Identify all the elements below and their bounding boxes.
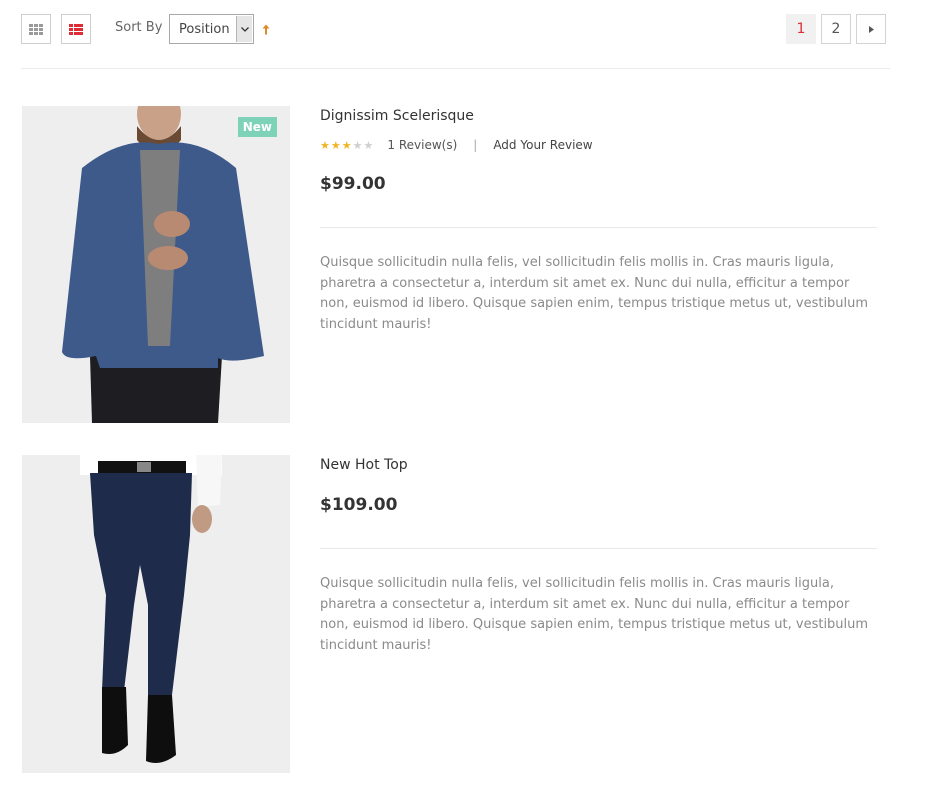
info-divider [320, 548, 877, 549]
grid-icon [29, 20, 43, 39]
page-1-link[interactable]: 1 [786, 14, 816, 44]
add-review-link[interactable]: Add Your Review [493, 138, 592, 152]
next-page-button[interactable] [856, 14, 886, 44]
sort-select-value: Position [179, 21, 230, 37]
star-icon: ★ [352, 138, 363, 152]
product-image[interactable]: New [22, 106, 290, 423]
star-icon: ★ [341, 138, 352, 152]
product-name-link[interactable]: Dignissim Scelerisque [320, 106, 877, 126]
product-price: $109.00 [320, 495, 398, 515]
product-description: Quisque sollicitudin nulla felis, vel so… [320, 255, 869, 332]
toolbar: Sort By Position 1 2 [21, 14, 890, 44]
rating-stars: ★ ★ ★ ★ ★ [320, 140, 373, 151]
review-separator: | [473, 138, 478, 152]
new-badge: New [237, 117, 277, 137]
arrow-up-icon[interactable] [260, 17, 272, 41]
reviews-count-link[interactable]: 1 Review(s) [387, 138, 457, 152]
product-description: Quisque sollicitudin nulla felis, vel so… [320, 576, 869, 653]
list-view-button[interactable] [61, 14, 91, 44]
chevron-down-icon [236, 16, 252, 42]
next-arrow-icon [868, 21, 874, 37]
grid-view-button[interactable] [21, 14, 51, 44]
product-name-link[interactable]: New Hot Top [320, 455, 877, 475]
product-item: New Hot Top $109.00 Quisque sollicitudin… [22, 455, 877, 773]
toolbar-divider [21, 68, 890, 69]
star-icon: ★ [320, 138, 330, 152]
info-divider [320, 227, 877, 228]
page-2-link[interactable]: 2 [821, 14, 851, 44]
rating-row: ★ ★ ★ ★ ★ 1 Review(s) | Add Your Review [320, 136, 877, 154]
product-image[interactable] [22, 455, 290, 773]
star-icon: ★ [363, 138, 374, 152]
sort-by-label: Sort By [115, 20, 163, 35]
product-item: New Dignissim Scelerisque ★ ★ ★ ★ ★ 1 Re… [22, 106, 877, 423]
product-info: Dignissim Scelerisque ★ ★ ★ ★ ★ 1 Review… [320, 106, 877, 335]
product-price: $99.00 [320, 174, 386, 194]
star-icon: ★ [330, 138, 341, 152]
pagination: 1 2 [786, 14, 886, 44]
sort-select[interactable]: Position [169, 14, 254, 44]
list-icon [69, 20, 83, 39]
product-info: New Hot Top $109.00 Quisque sollicitudin… [320, 455, 877, 656]
